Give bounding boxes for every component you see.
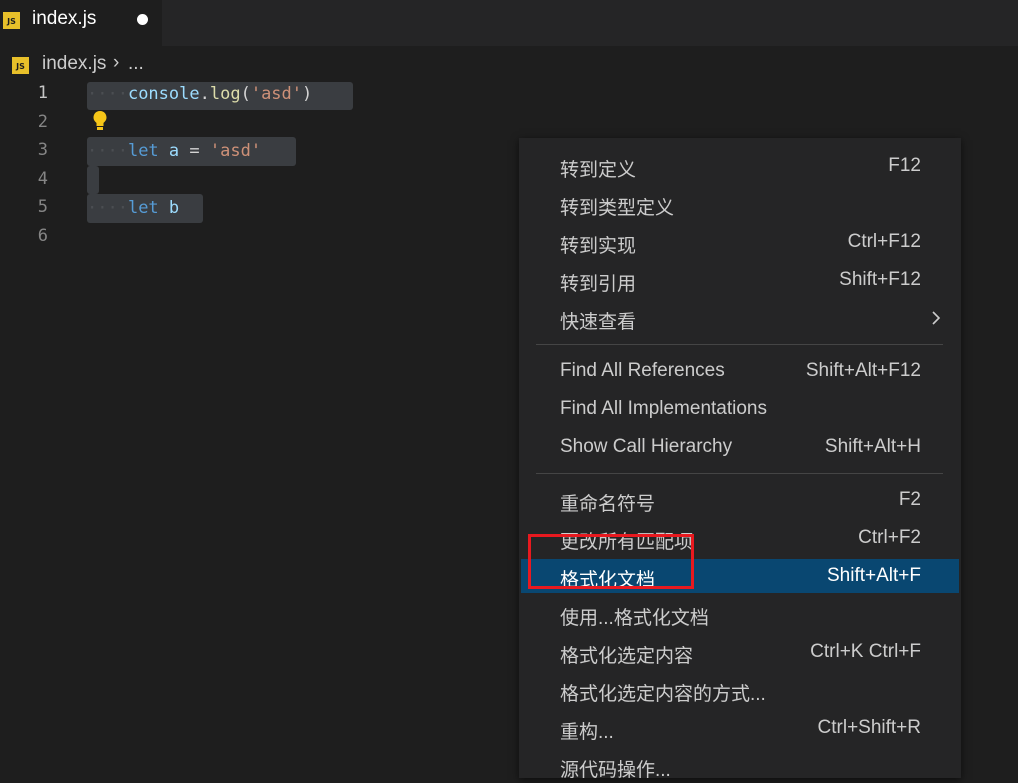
menu-item[interactable]: 转到类型定义 [521, 187, 959, 221]
code-token: ( [240, 84, 251, 104]
code-token: b [168, 198, 180, 219]
code-token: let [127, 198, 159, 219]
menu-item-shortcut: Ctrl+F2 [858, 527, 921, 548]
menu-item-label: 转到实现 [560, 236, 637, 257]
menu-item-label: 源代码操作... [560, 760, 671, 781]
code-token: let [127, 141, 159, 162]
annotation-highlight-box [528, 534, 694, 589]
code-token: console [127, 84, 200, 104]
js-file-icon: JS [3, 12, 20, 29]
menu-item[interactable]: 重命名符号 F2 [521, 483, 959, 517]
line-number: 3 [37, 140, 48, 161]
menu-item-label: 格式化选定内容的方式... [560, 684, 766, 705]
menu-item[interactable]: Find All References Shift+Alt+F12 [521, 354, 959, 388]
menu-item[interactable]: 源代码操作... [521, 749, 959, 783]
menu-item-label: 格式化选定内容 [560, 646, 694, 667]
code-token: 'asd' [250, 84, 303, 104]
indent-whitespace: ···· [87, 84, 128, 104]
chevron-right-icon: › [113, 52, 120, 73]
code-line[interactable]: ····let a = 'asd' [87, 137, 261, 165]
menu-item[interactable]: 使用...格式化文档 [521, 597, 959, 631]
menu-item[interactable]: 转到引用 Shift+F12 [521, 263, 959, 297]
line-number: 4 [37, 168, 48, 189]
menu-item-shortcut: Ctrl+Shift+R [817, 717, 921, 738]
menu-item-shortcut: Shift+Alt+H [824, 436, 921, 457]
tab-title: index.js [32, 8, 97, 29]
editor-tab-bar: JS index.js [0, 0, 1018, 46]
menu-item[interactable]: 格式化选定内容 Ctrl+K Ctrl+F [521, 635, 959, 669]
menu-item-label: Find All Implementations [560, 398, 767, 419]
code-token: . [199, 84, 210, 104]
code-line[interactable]: ····console.log('asd') [87, 80, 312, 108]
js-file-icon: JS [12, 57, 29, 74]
indent-whitespace: ···· [87, 198, 128, 219]
line-number: 5 [37, 197, 48, 218]
menu-item-label: 转到引用 [560, 274, 637, 295]
menu-item-label: Show Call Hierarchy [560, 436, 733, 457]
menu-item-label: 重命名符号 [560, 494, 656, 515]
menu-item[interactable]: 重构... Ctrl+Shift+R [521, 711, 959, 745]
code-editor[interactable]: 1 2 3 4 5 6 ····console.log('asd') ····let a = … [0, 80, 518, 775]
menu-item-label: 转到类型定义 [560, 198, 675, 219]
menu-item-shortcut: Shift+Alt+F12 [805, 360, 921, 381]
indent-whitespace: ···· [87, 141, 128, 162]
selection-highlight [87, 166, 99, 194]
menu-item[interactable]: Find All Implementations [521, 392, 959, 426]
lightbulb-icon[interactable] [92, 110, 108, 132]
menu-item-label: 重构... [560, 722, 614, 743]
menu-item-shortcut: F12 [888, 155, 921, 176]
menu-item[interactable]: 格式化选定内容的方式... [521, 673, 959, 707]
menu-item-label: 转到定义 [560, 160, 637, 181]
code-token: 'asd' [209, 141, 262, 162]
code-token: a [168, 141, 180, 162]
tab-index-js[interactable]: JS index.js [0, 0, 162, 46]
line-number: 2 [37, 111, 48, 132]
menu-item-label: 快速查看 [560, 312, 637, 333]
breadcrumb-file[interactable]: index.js [42, 53, 106, 75]
breadcrumb: JS index.js › ... [0, 48, 400, 80]
code-line[interactable]: ····let b [87, 194, 179, 222]
code-token: = [189, 141, 200, 162]
menu-item-label: 使用...格式化文档 [560, 608, 709, 629]
menu-item-label: Find All References [560, 360, 725, 381]
line-number: 1 [37, 83, 48, 103]
unsaved-dot-icon[interactable] [137, 14, 148, 25]
menu-item-shortcut: F2 [898, 489, 921, 510]
context-menu: 转到定义 F12 转到类型定义 转到实现 Ctrl+F12 转到引用 Shift+F12 快速… [519, 138, 961, 781]
menu-separator [536, 473, 943, 474]
menu-item-shortcut: Ctrl+F12 [847, 231, 921, 252]
menu-item[interactable]: 转到实现 Ctrl+F12 [521, 225, 959, 259]
menu-item[interactable]: 转到定义 F12 [521, 149, 959, 183]
line-number: 6 [37, 226, 48, 246]
breadcrumb-symbols[interactable]: ... [128, 53, 144, 75]
menu-item-shortcut: Ctrl+K Ctrl+F [810, 641, 921, 662]
code-token: log [209, 84, 241, 104]
menu-item[interactable]: 快速查看 [521, 301, 959, 335]
menu-separator [536, 344, 943, 345]
menu-item-shortcut: Shift+Alt+F [827, 565, 921, 586]
code-token: ) [302, 84, 313, 104]
menu-item-shortcut: Shift+F12 [839, 269, 921, 290]
chevron-right-icon [932, 311, 941, 325]
menu-item[interactable]: Show Call Hierarchy Shift+Alt+H [521, 430, 959, 464]
